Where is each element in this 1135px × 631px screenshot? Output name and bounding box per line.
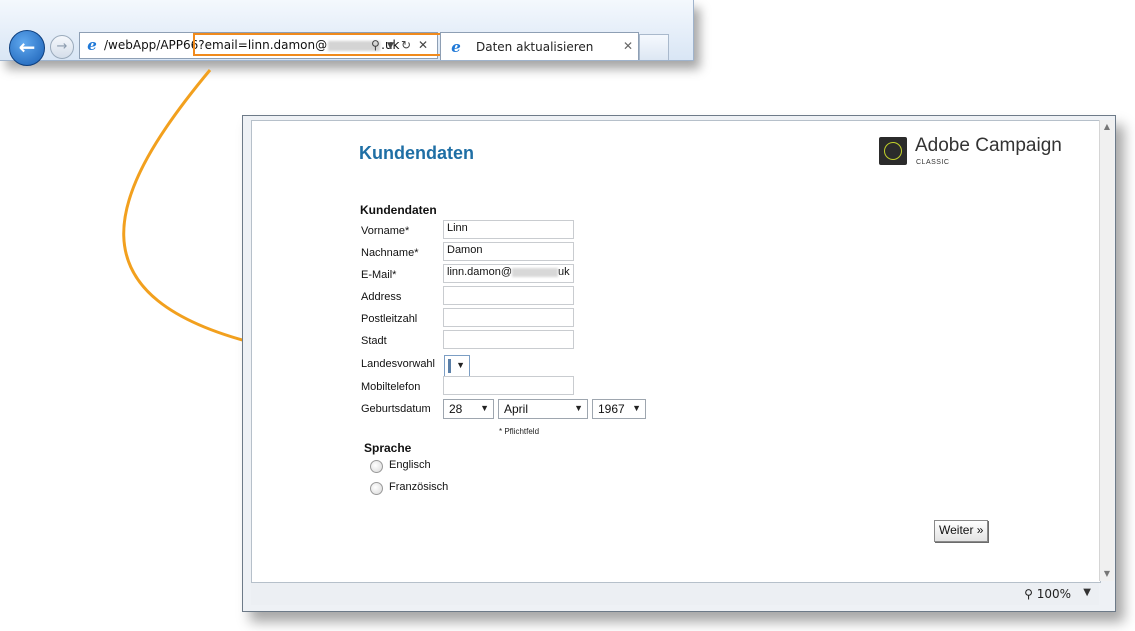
nachname-input[interactable]: Damon [443, 242, 574, 261]
next-button[interactable]: Weiter » [934, 520, 989, 542]
label-postleitzahl: Postleitzahl [361, 313, 418, 325]
vertical-scrollbar[interactable]: ▲ ▼ [1099, 120, 1114, 581]
label-geburtsdatum: Geburtsdatum [361, 403, 431, 415]
chevron-down-icon[interactable]: ▼ [1083, 587, 1091, 598]
label-nachname: Nachname* [361, 247, 419, 259]
browser-window: Kundendaten Adobe Campaign CLASSIC Kunde… [242, 115, 1116, 612]
logo-icon [879, 137, 907, 165]
scroll-up-icon[interactable]: ▲ [1100, 120, 1114, 134]
label-stadt: Stadt [361, 335, 387, 347]
label-email: E-Mail* [361, 269, 397, 281]
birth-year-value: 1967 [598, 402, 625, 416]
label-vorname: Vorname* [361, 225, 410, 237]
zoom-icon: ⚲ [1024, 587, 1033, 601]
status-bar: ⚲ 100% ▼ [251, 583, 1099, 605]
zoom-level[interactable]: ⚲ 100% [1024, 587, 1071, 601]
label-mobiltelefon: Mobiltelefon [361, 381, 421, 393]
email-value-suffix: uk [557, 266, 570, 278]
radio-label-franzoesisch: Französisch [389, 481, 449, 493]
mandatory-note: * Pflichtfeld [499, 427, 540, 436]
section-title: Kundendaten [360, 203, 437, 217]
vorname-input[interactable]: Linn [443, 220, 574, 239]
label-address: Address [361, 291, 402, 303]
email-input[interactable]: linn.damon@ uk [443, 264, 574, 283]
radio-englisch[interactable] [370, 460, 383, 473]
mobiltelefon-input[interactable] [443, 376, 574, 395]
adobe-campaign-logo: Adobe Campaign CLASSIC [879, 135, 1079, 169]
radio-franzoesisch[interactable] [370, 482, 383, 495]
logo-name: Adobe Campaign [915, 135, 1062, 156]
birth-day-value: 28 [449, 402, 463, 416]
language-title: Sprache [364, 441, 412, 455]
address-input[interactable] [443, 286, 574, 305]
zoom-value: 100% [1036, 587, 1071, 601]
flag-icon [448, 359, 451, 373]
chevron-down-icon: ▼ [632, 403, 641, 413]
stadt-input[interactable] [443, 330, 574, 349]
web-page: Kundendaten Adobe Campaign CLASSIC Kunde… [251, 120, 1101, 583]
chevron-down-icon: ▼ [456, 360, 465, 370]
birth-day-select[interactable]: 28 ▼ [443, 399, 494, 419]
redacted-blur [511, 267, 558, 277]
birth-month-select[interactable]: April ▼ [498, 399, 588, 419]
birth-year-select[interactable]: 1967 ▼ [592, 399, 646, 419]
email-value-prefix: linn.damon@ [447, 266, 512, 278]
radio-label-englisch: Englisch [389, 459, 431, 471]
birth-month-value: April [504, 402, 529, 416]
postleitzahl-input[interactable] [443, 308, 574, 327]
chevron-down-icon: ▼ [480, 403, 489, 413]
label-landesvorwahl: Landesvorwahl [361, 358, 435, 370]
landesvorwahl-select[interactable]: ▼ [444, 355, 470, 377]
logo-sub: CLASSIC [916, 159, 950, 166]
page-title: Kundendaten [359, 143, 474, 163]
scroll-down-icon[interactable]: ▼ [1100, 567, 1114, 581]
chevron-down-icon: ▼ [574, 403, 583, 413]
